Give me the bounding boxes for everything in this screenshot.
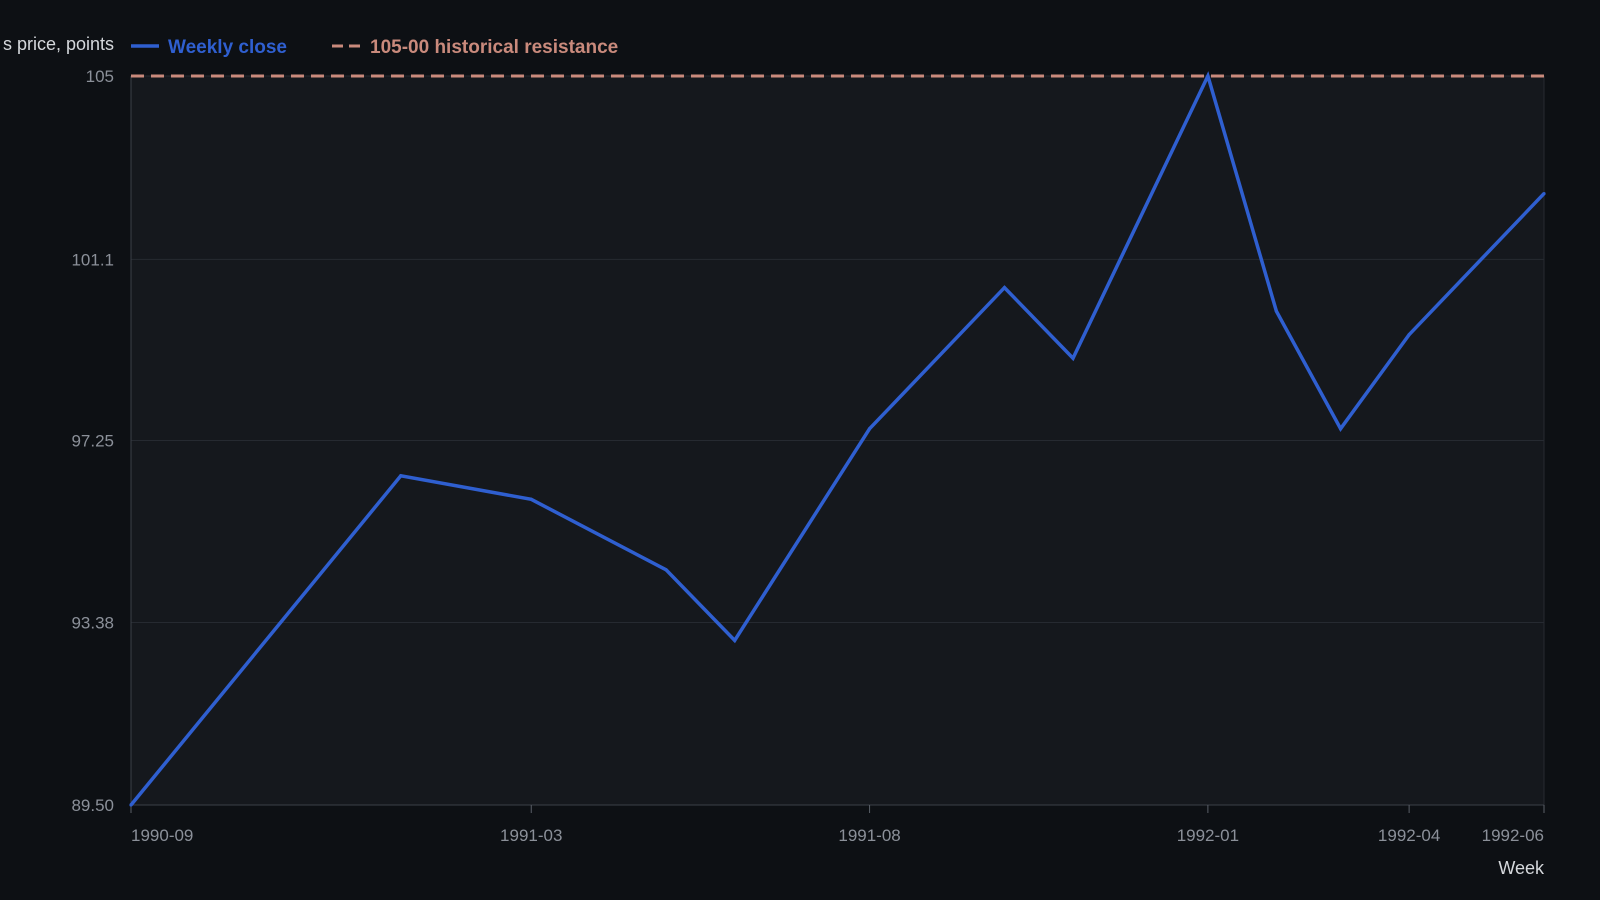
line-chart: 89.50 93.38 97.25 101.1 105 1990-09 1991-03 199… bbox=[3, 34, 1546, 878]
data-point bbox=[664, 568, 668, 572]
chart-root: 89.50 93.38 97.25 101.1 105 1990-09 1991-03 199… bbox=[0, 0, 1600, 900]
legend-item-weekly-close[interactable]: Weekly close bbox=[131, 37, 287, 58]
data-point bbox=[1274, 309, 1279, 313]
legend-item-historical-resistance[interactable]: 105-00 historical resistance bbox=[332, 37, 618, 58]
legend-label-weekly-close: Weekly close bbox=[168, 37, 287, 58]
legend-label-historical-resistance: 105-00 historical resistance bbox=[370, 37, 618, 58]
data-point bbox=[399, 474, 403, 478]
data-point bbox=[733, 638, 737, 642]
data-point bbox=[529, 497, 533, 501]
data-point bbox=[1542, 191, 1546, 196]
data-point bbox=[1206, 74, 1210, 78]
y-tick-label: 97.25 bbox=[71, 432, 114, 451]
data-point bbox=[1071, 356, 1075, 360]
x-tick-label: 1992-01 bbox=[1177, 826, 1239, 845]
x-tick-label: 1992-06 bbox=[1482, 826, 1544, 845]
data-point bbox=[129, 803, 133, 807]
data-point bbox=[1002, 286, 1007, 290]
x-tick-label: 1992-04 bbox=[1378, 826, 1440, 845]
data-point bbox=[1338, 427, 1343, 431]
data-point bbox=[867, 427, 872, 431]
y-tick-label: 93.38 bbox=[71, 614, 114, 633]
y-tick-label: 105 bbox=[86, 67, 114, 86]
x-tick-label: 1991-03 bbox=[500, 826, 562, 845]
x-tick-label: 1990-09 bbox=[131, 826, 193, 845]
y-tick-label: 89.50 bbox=[71, 796, 114, 815]
y-tick-label: 101.1 bbox=[71, 250, 114, 269]
x-axis-title: Week bbox=[1498, 858, 1545, 878]
data-point bbox=[1407, 333, 1411, 337]
x-tick-label: 1991-08 bbox=[838, 826, 900, 845]
legend: Weekly close 105-00 historical resistanc… bbox=[131, 37, 618, 58]
y-axis-title: s price, points bbox=[3, 34, 114, 54]
